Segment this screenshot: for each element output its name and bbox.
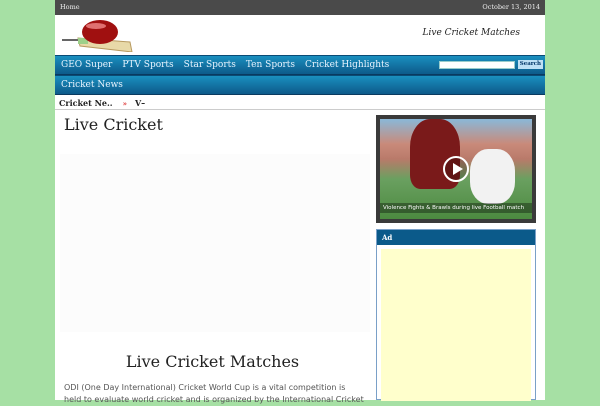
video-thumbnail[interactable]: Violence Fights & Brawls during live Foo… — [380, 119, 532, 219]
news-ticker: Cricket Ne.. » V– — [55, 96, 545, 110]
ad-widget-title: Ad — [377, 230, 535, 245]
ad-placeholder — [60, 154, 370, 332]
page: Home October 13, 2014 Live Cricket Match… — [55, 0, 545, 404]
top-bar: Home October 13, 2014 — [55, 0, 545, 15]
ad-body[interactable] — [381, 249, 531, 401]
nav-cricket-highlights[interactable]: Cricket Highlights — [305, 60, 389, 70]
play-icon[interactable] — [443, 156, 469, 182]
video-widget[interactable]: Violence Fights & Brawls during live Foo… — [376, 115, 536, 223]
ticker-item[interactable]: V– — [135, 98, 145, 108]
video-caption: Violence Fights & Brawls during live Foo… — [380, 203, 532, 213]
article-paragraph: ODI (One Day International) Cricket Worl… — [64, 383, 364, 404]
nav-ptv-sports[interactable]: PTV Sports — [122, 60, 173, 70]
nav-geo-super[interactable]: GEO Super — [61, 60, 112, 70]
header: Live Cricket Matches — [55, 15, 545, 55]
player-figure — [470, 149, 515, 204]
search-button[interactable]: Search — [517, 60, 543, 69]
nav-ten-sports[interactable]: Ten Sports — [246, 60, 295, 70]
main-nav: GEO Super PTV Sports Star Sports Ten Spo… — [55, 55, 545, 75]
main-content: Live Cricket Live Cricket Matches ODI (O… — [55, 110, 370, 404]
raquo-icon: » — [122, 99, 127, 108]
secondary-nav: Cricket News — [55, 75, 545, 95]
page-title: Live Cricket — [64, 115, 163, 134]
nav-star-sports[interactable]: Star Sports — [184, 60, 236, 70]
nav-cricket-news[interactable]: Cricket News — [61, 80, 123, 90]
cricket-logo-icon[interactable] — [60, 18, 135, 52]
ticker-label: Cricket Ne.. — [59, 98, 113, 108]
home-link[interactable]: Home — [60, 0, 80, 15]
search-input[interactable] — [439, 61, 515, 69]
date: October 13, 2014 — [482, 3, 540, 11]
section-heading: Live Cricket Matches — [125, 352, 300, 371]
ad-widget: Ad — [376, 229, 536, 401]
site-tagline: Live Cricket Matches — [422, 28, 520, 38]
